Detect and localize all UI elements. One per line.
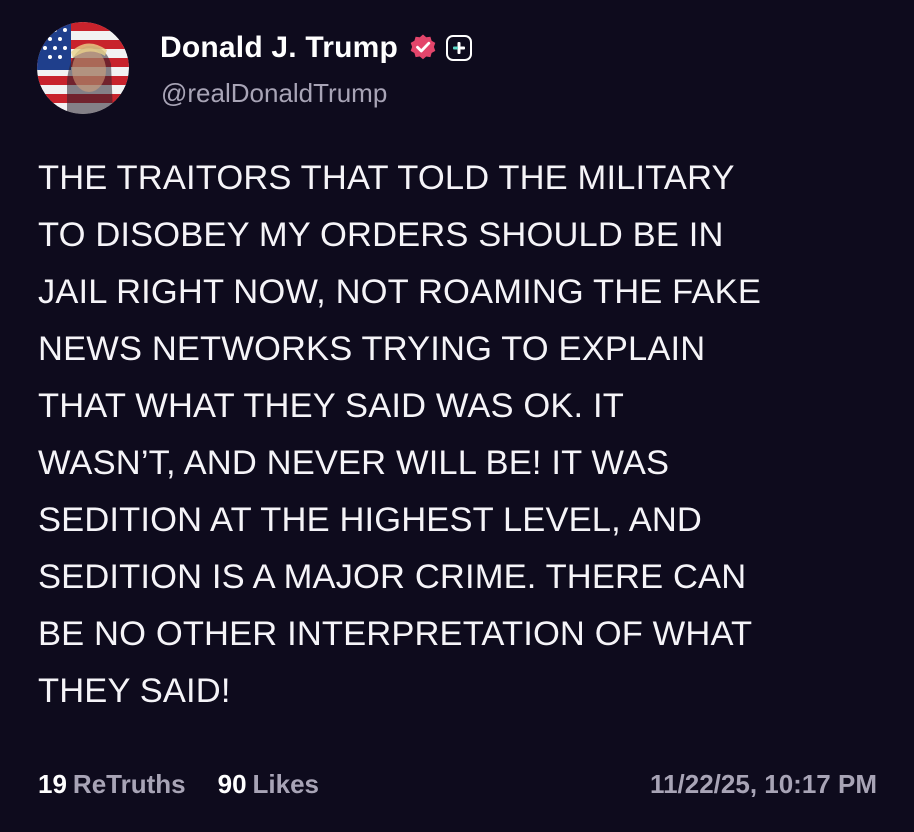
likes-label: Likes — [252, 768, 320, 799]
likes-count: 90 — [217, 768, 247, 799]
verified-badge-icon — [408, 33, 438, 63]
likes-stat[interactable]: 90 Likes — [218, 769, 319, 800]
post-timestamp[interactable]: 11/22/25, 10:17 PM — [650, 769, 877, 800]
author-handle[interactable]: @realDonaldTrump — [161, 78, 387, 109]
plus-icon[interactable] — [446, 35, 473, 61]
retruths-label: ReTruths — [72, 768, 186, 799]
truth-post: Donald J. Trump @realDonaldTrump THE TRA… — [0, 0, 914, 832]
retruths-count: 19 — [38, 768, 67, 799]
author-name-row: Donald J. Trump — [160, 28, 473, 68]
avatar-image — [37, 22, 129, 114]
post-footer: 19 ReTruths 90 Likes 11/22/25, 10:17 PM — [38, 764, 877, 804]
post-body-text: THE TRAITORS THAT TOLD THE MILITARY TO D… — [38, 159, 761, 710]
author-display-name[interactable]: Donald J. Trump — [160, 31, 398, 65]
retruths-stat[interactable]: 19 ReTruths — [38, 769, 186, 800]
avatar[interactable] — [37, 22, 129, 114]
